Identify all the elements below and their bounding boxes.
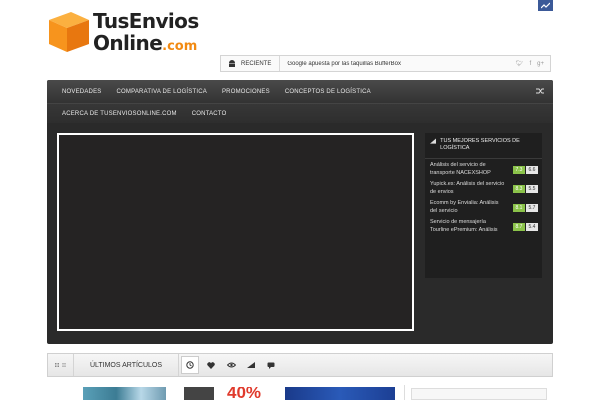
nav-item-contacto[interactable]: Contacto bbox=[192, 111, 227, 117]
list-item[interactable]: Servicio de mensajería Tourline ePremium… bbox=[425, 216, 542, 235]
articles-title: Últimos artículos bbox=[74, 354, 179, 376]
signal-icon bbox=[430, 138, 437, 144]
score-badge: 7.3 bbox=[513, 165, 525, 174]
list-item[interactable]: Ecomm by Envialia: Análisis del servicio… bbox=[425, 197, 542, 216]
article-thumbnails: 40% bbox=[47, 385, 553, 400]
sidebar-widget bbox=[404, 385, 553, 400]
nav-item-comparativa[interactable]: Comparativa de logística bbox=[116, 89, 206, 95]
ticker-label-text: Reciente bbox=[241, 60, 272, 67]
tab-comments[interactable] bbox=[261, 354, 281, 376]
bar-chart-icon bbox=[247, 362, 255, 368]
articles-tab-bar: Últimos artículos bbox=[47, 353, 553, 377]
clock-icon bbox=[186, 361, 194, 369]
tab-most-viewed[interactable] bbox=[221, 354, 241, 376]
article-thumbnail[interactable] bbox=[83, 387, 166, 400]
site-logo[interactable]: TusEnvios Online.com bbox=[47, 8, 207, 58]
score-badge: 8.1 bbox=[513, 203, 525, 212]
article-thumbnail[interactable]: 40% bbox=[179, 387, 278, 400]
review-scores: 7.3 6.6 bbox=[513, 165, 538, 174]
cube-logo-icon bbox=[49, 12, 89, 52]
eye-icon bbox=[226, 362, 236, 368]
top-services-widget: Tus mejores servicios de logística Análi… bbox=[425, 133, 542, 278]
review-scores: 8.3 5.5 bbox=[513, 184, 538, 193]
main-panel: Novedades Comparativa de logística Promo… bbox=[47, 80, 553, 344]
shuffle-icon[interactable] bbox=[536, 87, 545, 95]
chart-line-icon bbox=[541, 2, 550, 9]
nav-item-promociones[interactable]: Promociones bbox=[222, 89, 270, 95]
facebook-icon[interactable]: f bbox=[529, 61, 531, 67]
score-badge: 5.5 bbox=[526, 184, 538, 193]
score-badge: 8.7 bbox=[513, 222, 525, 231]
logo-suffix: .com bbox=[162, 39, 198, 54]
heart-icon bbox=[207, 361, 215, 369]
score-badge: 6.6 bbox=[526, 165, 538, 174]
review-scores: 8.7 5.4 bbox=[513, 222, 538, 231]
widget-header: Tus mejores servicios de logística bbox=[425, 133, 542, 159]
news-ticker: Reciente Google apuesta por las taquilla… bbox=[220, 55, 551, 72]
grid-icon[interactable] bbox=[48, 354, 74, 376]
tab-popular[interactable] bbox=[241, 354, 261, 376]
article-thumbnail[interactable] bbox=[285, 387, 395, 400]
nav-item-novedades[interactable]: Novedades bbox=[62, 89, 101, 95]
sidebar-search-box[interactable] bbox=[411, 388, 547, 400]
thumbnail-text: 40% bbox=[227, 387, 262, 400]
secondary-nav: Acerca de TusEnviosOnline.com Contacto bbox=[47, 103, 553, 123]
score-badge: 8.3 bbox=[513, 184, 525, 193]
tab-recent[interactable] bbox=[181, 356, 199, 374]
android-icon bbox=[229, 60, 235, 67]
logo-text-line2: Online.com bbox=[93, 31, 198, 55]
list-item[interactable]: Yupick.es: Análisis del servicio de envi… bbox=[425, 178, 542, 197]
score-badge: 5.4 bbox=[526, 222, 538, 231]
widget-title: Tus mejores servicios de logística bbox=[440, 138, 520, 151]
review-title[interactable]: Yupick.es: Análisis del servicio de envi… bbox=[430, 181, 505, 196]
review-title[interactable]: Ecomm by Envialia: Análisis del servicio bbox=[430, 200, 505, 215]
social-icons: 🐦︎ f g+ bbox=[516, 60, 550, 68]
nav-item-conceptos[interactable]: Conceptos de logística bbox=[285, 89, 371, 95]
tab-favorites[interactable] bbox=[201, 354, 221, 376]
page: TusEnvios Online.com Reciente Google apu… bbox=[0, 0, 600, 400]
twitter-icon[interactable]: 🐦︎ bbox=[516, 60, 524, 67]
score-badge: 5.7 bbox=[526, 203, 538, 212]
nav-item-acerca[interactable]: Acerca de TusEnviosOnline.com bbox=[62, 111, 177, 117]
logo-text-line1: TusEnvios bbox=[93, 9, 199, 33]
thumbnail-shape bbox=[184, 387, 214, 400]
comment-icon bbox=[267, 362, 275, 369]
list-item[interactable]: Análisis del servicio de transporte NACE… bbox=[425, 159, 542, 178]
review-title[interactable]: Análisis del servicio de transporte NACE… bbox=[430, 162, 505, 177]
review-title[interactable]: Servicio de mensajería Tourline ePremium… bbox=[430, 219, 505, 234]
review-scores: 8.1 5.7 bbox=[513, 203, 538, 212]
primary-nav: Novedades Comparativa de logística Promo… bbox=[47, 80, 553, 103]
ticker-headline[interactable]: Google apuesta por las taquillas BufferB… bbox=[280, 61, 516, 67]
featured-slider[interactable] bbox=[57, 133, 414, 331]
ticker-label: Reciente bbox=[221, 56, 281, 71]
google-plus-icon[interactable]: g+ bbox=[537, 61, 544, 67]
corner-stats-button[interactable] bbox=[538, 0, 553, 11]
